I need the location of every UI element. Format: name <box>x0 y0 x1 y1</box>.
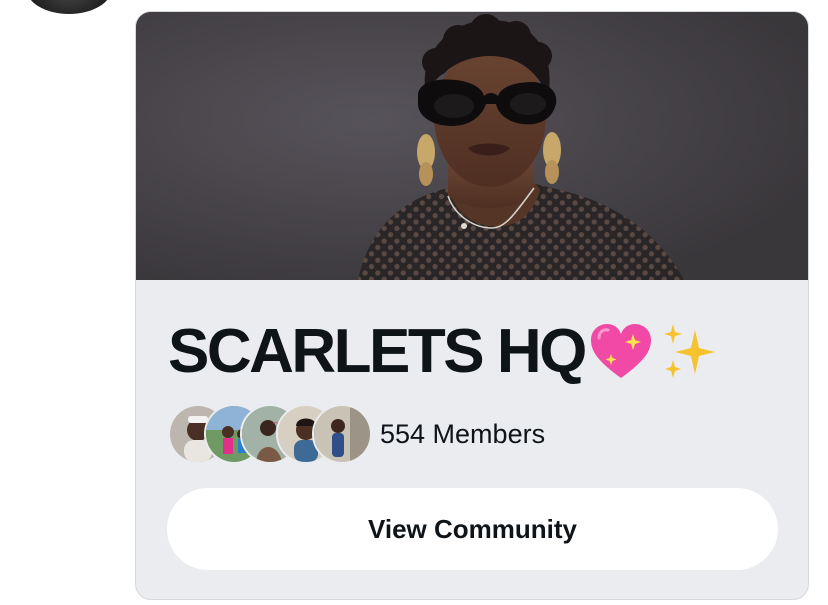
member-count[interactable]: 554 Members <box>380 419 545 450</box>
author-avatar[interactable] <box>26 0 112 14</box>
community-title-row: SCARLETS HQ <box>168 312 719 392</box>
members-row[interactable]: ~ 554 Members <box>168 404 545 464</box>
member-facepile: ~ <box>168 404 372 464</box>
community-banner-image <box>136 12 808 280</box>
community-name: SCARLETS HQ <box>168 317 587 386</box>
member-avatar <box>312 404 372 464</box>
view-community-button[interactable]: View Community <box>167 488 778 570</box>
community-card[interactable]: SCARLETS HQ ~ 554 Members View Community <box>135 11 809 600</box>
sparkling-heart-icon <box>589 317 653 387</box>
sparkles-icon <box>659 317 719 387</box>
